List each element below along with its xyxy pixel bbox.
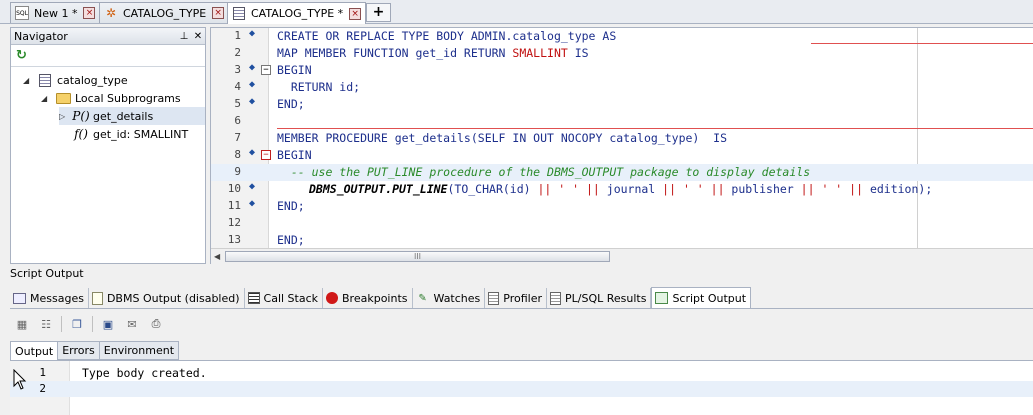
code-line: 10 ◆ DBMS_OUTPUT.PUT_LINE(TO_CHAR(id) || …: [227, 181, 933, 196]
expanded-icon[interactable]: ◢: [23, 76, 33, 85]
output-subtabs: Output Errors Environment: [10, 341, 180, 361]
code-line: 12: [227, 216, 241, 229]
output-toolbar: ▦ ☷ ❐ ▣ ✉ ⎙: [10, 313, 1033, 335]
bullet-icon: ◆: [249, 28, 256, 39]
profiler-icon: [488, 291, 500, 305]
tab-plsql-results[interactable]: PL/SQL Results: [547, 288, 652, 308]
refresh-icon[interactable]: ↻: [16, 48, 27, 63]
scroll-left-icon[interactable]: ◀: [214, 252, 220, 261]
function-icon: f(): [74, 127, 88, 141]
expanded-icon[interactable]: ◢: [41, 94, 51, 103]
tab-call-stack[interactable]: Call Stack: [245, 288, 324, 308]
output-panel-tabs: Messages DBMS Output (disabled) Call Sta…: [10, 287, 1033, 309]
add-tab-button[interactable]: +: [366, 3, 391, 22]
tab-new-1[interactable]: SQL New 1 * ×: [10, 2, 101, 23]
folder-icon: [55, 91, 71, 105]
bullet-icon: ◆: [249, 96, 256, 107]
tab-output[interactable]: Output: [10, 341, 59, 361]
code-line: 4 ◆ RETURN id;: [234, 79, 361, 94]
watches-icon: ✎: [418, 292, 427, 304]
filter-icon[interactable]: ☷: [37, 316, 55, 332]
navigator-header: Navigator ⊥ ✕: [11, 28, 205, 45]
print-icon[interactable]: ⎙: [147, 316, 165, 332]
collapsed-icon[interactable]: ▷: [59, 112, 69, 121]
bullet-icon: ◆: [249, 147, 256, 158]
code-line: 3 ◆ − BEGIN: [234, 62, 312, 77]
messages-icon: [13, 292, 26, 304]
save-icon[interactable]: ▣: [99, 316, 117, 332]
error-underline: [277, 128, 1033, 129]
pin-icon[interactable]: ⊥: [177, 31, 191, 42]
tab-environment[interactable]: Environment: [98, 341, 180, 360]
tree-node-get-details[interactable]: ▷ P() get_details: [59, 107, 205, 125]
scrollbar-thumb[interactable]: III: [225, 251, 610, 262]
code-line: 5 ◆ END;: [234, 96, 305, 111]
bullet-icon: ◆: [249, 181, 256, 192]
breakpoint-icon: [326, 292, 339, 304]
script-output-title: Script Output: [10, 267, 84, 280]
script-output-icon: [655, 292, 669, 304]
plsql-results-icon: [550, 291, 561, 305]
navigator-title: Navigator: [14, 29, 68, 43]
tree-node-get-id[interactable]: f() get_id: SMALLINT: [73, 125, 188, 143]
tree-node-local-subprograms[interactable]: ◢ Local Subprograms: [41, 89, 181, 107]
call-stack-icon: [247, 292, 260, 304]
tab-profiler[interactable]: Profiler: [485, 288, 547, 308]
procedure-icon: P(): [72, 109, 90, 123]
fold-toggle-icon[interactable]: −: [261, 65, 271, 75]
dbms-output-icon: [91, 291, 103, 305]
output-line: 2: [10, 381, 1033, 397]
type-icon: ✲: [105, 6, 117, 20]
horizontal-scrollbar[interactable]: ◀ III: [211, 248, 1033, 264]
close-icon[interactable]: ×: [212, 7, 225, 19]
editor-tab-bar: SQL New 1 * × ✲ CATALOG_TYPE × CATALOG_T…: [0, 0, 1033, 24]
script-output-area[interactable]: 1 Type body created. 2: [10, 360, 1033, 415]
code-line: 7 MEMBER PROCEDURE get_details(SELF IN O…: [234, 131, 728, 145]
email-icon[interactable]: ✉: [123, 316, 141, 332]
tab-catalog-type-body[interactable]: CATALOG_TYPE * ×: [227, 2, 367, 24]
mouse-cursor-icon: [13, 369, 27, 390]
tab-breakpoints[interactable]: Breakpoints: [323, 288, 413, 308]
code-line: 11 ◆ END;: [227, 198, 305, 213]
close-icon[interactable]: ×: [83, 7, 96, 19]
clear-icon[interactable]: ▦: [13, 316, 31, 332]
error-underline: [811, 43, 1033, 44]
navigator-toolbar: ↻: [11, 45, 205, 67]
navigator-panel: Navigator ⊥ ✕ ↻ ◢ catalog_type ◢ Local S…: [10, 27, 206, 264]
close-icon[interactable]: ×: [349, 7, 362, 20]
close-icon[interactable]: ✕: [191, 31, 205, 42]
type-body-icon: [232, 7, 246, 21]
tab-watches[interactable]: ✎ Watches: [413, 288, 486, 308]
tab-catalog-type[interactable]: ✲ CATALOG_TYPE ×: [99, 2, 230, 23]
tree-node-catalog-type[interactable]: ◢ catalog_type: [23, 71, 128, 89]
code-line: 8 ◆ − BEGIN: [234, 147, 312, 162]
tab-script-output[interactable]: Script Output: [651, 287, 752, 308]
code-line: 13 END;: [227, 233, 305, 247]
copy-icon[interactable]: ❐: [68, 316, 86, 332]
code-editor[interactable]: 1 ◆ CREATE OR REPLACE TYPE BODY ADMIN.cat…: [210, 27, 1033, 264]
code-line: 9 -- use the PUT_LINE procedure of the D…: [211, 164, 1033, 181]
tab-dbms-output[interactable]: DBMS Output (disabled): [89, 288, 245, 308]
code-line: 2 MAP MEMBER FUNCTION get_id RETURN SMAL…: [234, 46, 589, 60]
tab-errors[interactable]: Errors: [57, 341, 100, 360]
type-body-icon: [37, 73, 53, 87]
bullet-icon: ◆: [249, 198, 256, 209]
fold-toggle-icon[interactable]: −: [261, 150, 271, 160]
output-line: 1 Type body created.: [39, 366, 207, 380]
bullet-icon: ◆: [249, 79, 256, 90]
tab-messages[interactable]: Messages: [10, 288, 89, 308]
bullet-icon: ◆: [249, 62, 256, 73]
sql-file-icon: SQL: [15, 6, 29, 20]
